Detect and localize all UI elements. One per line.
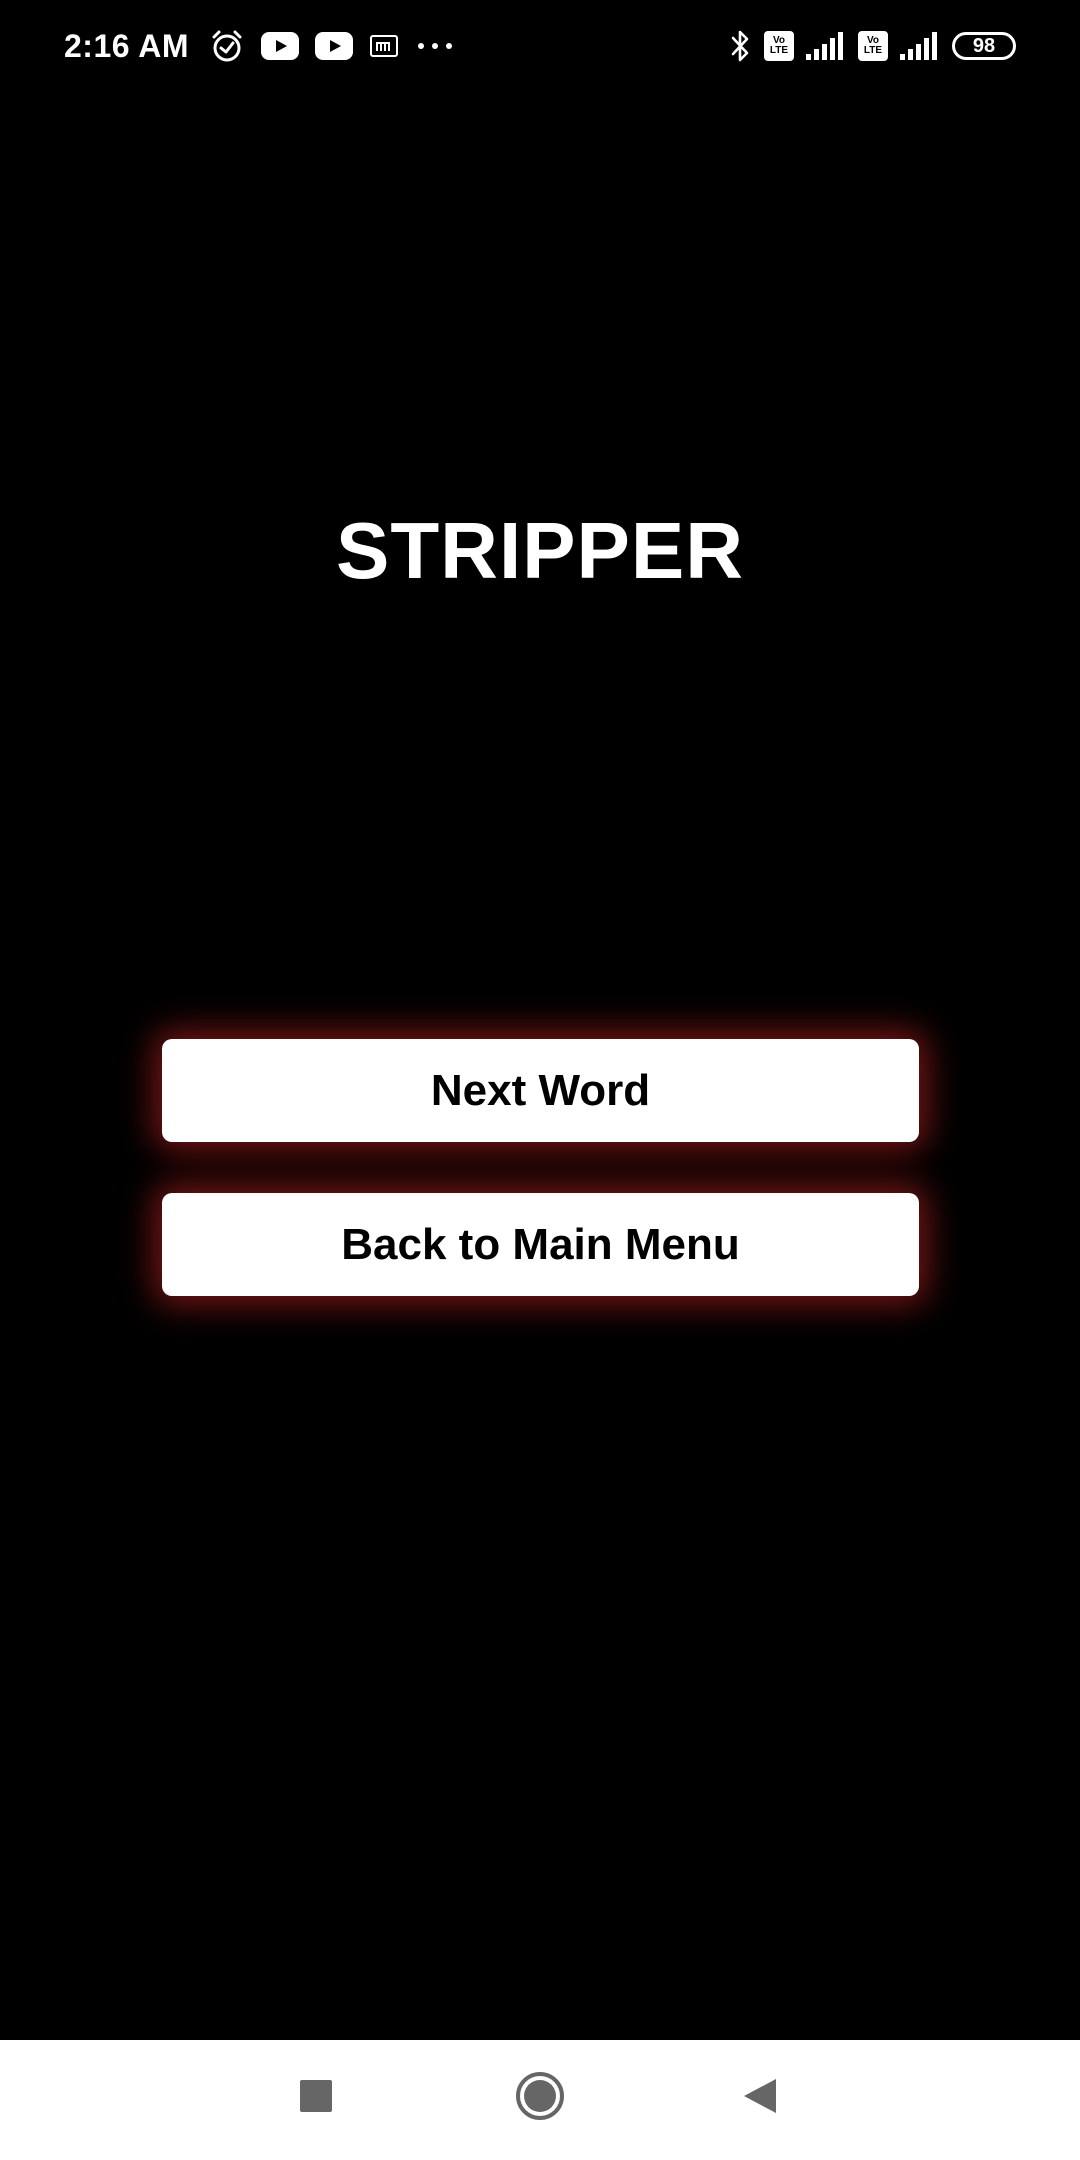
status-bar: 2:16 AM Vo LTE Vo LTE 98 <box>0 0 1080 92</box>
app-notification-icon <box>369 34 399 58</box>
volte-bottom-text: LTE <box>863 45 883 56</box>
status-left-group: 2:16 AM <box>64 22 455 70</box>
recents-icon <box>299 2079 333 2118</box>
current-word: STRIPPER <box>335 506 745 595</box>
bluetooth-icon <box>728 29 752 63</box>
recents-button[interactable] <box>276 2058 356 2138</box>
home-icon <box>514 2070 566 2127</box>
youtube-icon <box>261 32 300 60</box>
volte-bottom-text: LTE <box>769 45 789 56</box>
battery-icon: 98 <box>952 32 1016 60</box>
back-button[interactable] <box>720 2058 800 2138</box>
navigation-bar <box>0 2040 1080 2160</box>
signal-icon <box>806 32 846 60</box>
signal-icon <box>900 32 940 60</box>
next-word-button[interactable]: Next Word <box>162 1039 919 1142</box>
alarm-icon <box>209 28 245 64</box>
status-right-group: Vo LTE Vo LTE 98 <box>728 22 1016 70</box>
more-notifications-icon <box>415 40 455 52</box>
volte-icon: Vo LTE <box>858 31 888 61</box>
back-to-main-menu-button[interactable]: Back to Main Menu <box>162 1193 919 1296</box>
youtube-icon <box>315 32 354 60</box>
status-time: 2:16 AM <box>64 27 190 64</box>
app-screen: 2:16 AM Vo LTE Vo LTE 98 STRIPPER Next W… <box>0 0 1080 2160</box>
volte-icon: Vo LTE <box>764 31 794 61</box>
battery-level: 98 <box>972 34 996 57</box>
home-button[interactable] <box>500 2058 580 2138</box>
back-icon <box>742 2077 778 2120</box>
